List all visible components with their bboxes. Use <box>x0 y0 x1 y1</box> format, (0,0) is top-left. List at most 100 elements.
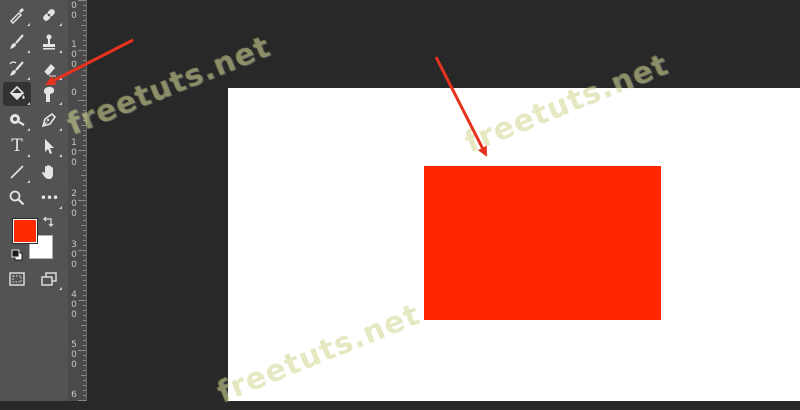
path-selection-tool[interactable] <box>35 134 63 158</box>
clone-stamp-icon <box>40 33 58 51</box>
quick-mask-icon <box>8 270 26 288</box>
ruler-tick <box>83 95 86 96</box>
type-icon: T <box>11 136 23 156</box>
ruler-label: 0 <box>71 260 77 270</box>
ruler-tick <box>83 260 86 261</box>
eyedropper-tool[interactable] <box>3 3 31 27</box>
screen-mode-icon <box>40 270 58 288</box>
ruler-tick <box>83 370 86 371</box>
ruler-tick <box>83 215 86 216</box>
foreground-color-swatch[interactable] <box>12 218 38 244</box>
default-colors-icon <box>11 249 23 261</box>
smudge-tool[interactable] <box>35 82 63 106</box>
ruler-tick <box>83 15 86 16</box>
ruler-tick <box>83 235 86 236</box>
ruler-tick <box>83 290 86 291</box>
dodge-tool[interactable] <box>3 108 31 132</box>
ruler-tick <box>83 195 86 196</box>
ruler-tick <box>83 90 86 91</box>
spot-healing-icon <box>40 6 58 24</box>
ruler-tick <box>83 320 86 321</box>
ruler-tick <box>83 20 86 21</box>
ruler-tick <box>83 285 86 286</box>
ruler-tick <box>83 145 86 146</box>
zoom-icon <box>8 189 26 207</box>
brush-tool[interactable] <box>3 30 31 54</box>
type-tool[interactable]: T <box>3 134 31 158</box>
ruler-label: 0 <box>71 310 77 320</box>
ruler-tick <box>83 185 86 186</box>
ruler-tick <box>81 225 86 226</box>
ruler-tick <box>83 245 86 246</box>
line-icon <box>8 163 26 181</box>
ruler-tick <box>83 330 86 331</box>
swap-colors-button[interactable] <box>40 213 56 229</box>
ruler-tick <box>83 30 86 31</box>
tools-panel: T ••• <box>0 0 69 401</box>
ruler-tick <box>83 365 86 366</box>
ruler-tick <box>83 395 86 396</box>
ruler-label: 0 <box>71 209 77 219</box>
ruler-label: 0 <box>71 300 77 310</box>
ruler-tick <box>81 25 86 26</box>
ruler-tick <box>81 175 86 176</box>
pen-icon <box>40 111 58 129</box>
zoom-tool[interactable] <box>3 186 31 210</box>
paint-bucket-tool[interactable] <box>3 82 31 106</box>
ruler-label: 0 <box>71 1 77 11</box>
eraser-tool[interactable] <box>35 57 63 81</box>
ruler-tick <box>78 200 86 201</box>
ruler-tick <box>83 270 86 271</box>
ruler-label: 0 <box>71 350 77 360</box>
ruler-tick <box>83 340 86 341</box>
brush-icon <box>8 33 26 51</box>
pen-tool[interactable] <box>35 108 63 132</box>
ruler-tick <box>83 170 86 171</box>
hand-tool[interactable] <box>35 160 63 184</box>
ruler-tick <box>83 190 86 191</box>
ruler-tick <box>83 205 86 206</box>
ruler-tick <box>83 305 86 306</box>
default-colors-button[interactable] <box>9 247 25 263</box>
ruler-label: 0 <box>71 250 77 260</box>
ruler-label: 0 <box>71 360 77 370</box>
ruler-tick <box>83 80 86 81</box>
red-filled-rectangle[interactable] <box>424 166 661 320</box>
ruler-tick <box>83 360 86 361</box>
ruler-tick <box>83 60 86 61</box>
ruler-tick <box>83 295 86 296</box>
ruler-tick <box>78 150 86 151</box>
ruler-tick <box>78 250 86 251</box>
ruler-label: 0 <box>71 11 77 21</box>
ruler-label: 0 <box>71 60 77 70</box>
ruler-label: 0 <box>71 88 77 98</box>
line-tool[interactable] <box>3 160 31 184</box>
paint-bucket-icon <box>8 85 26 103</box>
eyedropper-icon <box>8 6 26 24</box>
ruler-tick <box>83 55 86 56</box>
ruler-tick <box>83 35 86 36</box>
ruler-label: 0 <box>71 158 77 168</box>
clone-stamp-tool[interactable] <box>35 30 63 54</box>
path-selection-icon <box>40 137 58 155</box>
ruler-label: 0 <box>71 50 77 60</box>
more-tools-button[interactable]: ••• <box>35 186 63 210</box>
more-tools-icon: ••• <box>39 191 59 205</box>
vertical-ruler[interactable]: 0 0 1 0 0 0 1 0 0 2 0 0 3 0 0 4 0 0 5 0 … <box>68 0 87 401</box>
ruler-tick <box>83 335 86 336</box>
ruler-tick <box>78 350 86 351</box>
screen-mode-button[interactable] <box>35 267 63 291</box>
ruler-tick <box>83 345 86 346</box>
ruler-tick <box>83 315 86 316</box>
ruler-tick <box>83 165 86 166</box>
ruler-label: 0 <box>71 148 77 158</box>
spot-healing-tool[interactable] <box>35 3 63 27</box>
ruler-tick <box>83 155 86 156</box>
quick-mask-button[interactable] <box>3 267 31 291</box>
ruler-tick <box>81 325 86 326</box>
history-brush-tool[interactable] <box>3 57 31 81</box>
ruler-tick <box>83 40 86 41</box>
ruler-tick <box>83 85 86 86</box>
ruler-tick <box>83 70 86 71</box>
ruler-tick <box>83 380 86 381</box>
